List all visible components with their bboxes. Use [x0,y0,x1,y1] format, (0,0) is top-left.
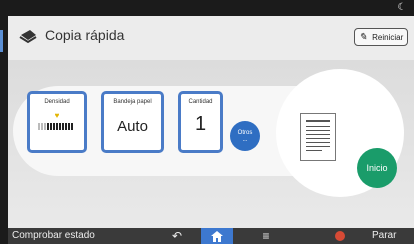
document-preview[interactable] [300,113,336,161]
header: Copia rápida ✎ Reiniciar [8,16,414,60]
density-marker-icon: ♥ [54,111,60,120]
start-button[interactable]: Inicio [357,148,397,188]
main-content: Densidad ♥ Bandeja papel Auto Cantidad 1… [8,60,414,228]
density-level-icon [38,123,73,130]
moon-icon: ☾ [397,2,407,13]
quantity-value: 1 [194,113,207,135]
check-status-button[interactable]: Comprobar estado [12,230,95,241]
paper-tray-setting[interactable]: Bandeja papel Auto [101,91,164,153]
density-setting[interactable]: Densidad ♥ [27,91,87,153]
copy-app-icon [19,30,37,44]
status-bar: Comprobar estado ↶ ≡ Parar [8,228,414,244]
tray-label: Bandeja papel [113,99,152,105]
screen: Copia rápida ✎ Reiniciar Densidad ♥ Band… [8,16,414,228]
density-label: Densidad [44,99,70,105]
stop-icon[interactable] [335,231,345,241]
reset-label: Reiniciar [372,32,404,42]
home-icon [211,230,223,242]
other-settings-button[interactable]: Otros ... [230,121,260,151]
side-accent [0,30,3,52]
reset-button[interactable]: ✎ Reiniciar [354,28,408,46]
other-dots: ... [242,137,248,143]
menu-icon[interactable]: ≡ [256,228,276,244]
start-label: Inicio [366,163,388,173]
tray-value: Auto [117,118,148,135]
pen-icon: ✎ [358,31,368,43]
back-icon[interactable]: ↶ [166,228,188,244]
stop-button[interactable]: Parar [372,230,396,241]
other-label: Otros [237,130,253,136]
page-title: Copia rápida [45,27,125,43]
home-button[interactable] [201,228,233,244]
quantity-setting[interactable]: Cantidad 1 [178,91,223,153]
quantity-label: Cantidad [188,99,213,105]
